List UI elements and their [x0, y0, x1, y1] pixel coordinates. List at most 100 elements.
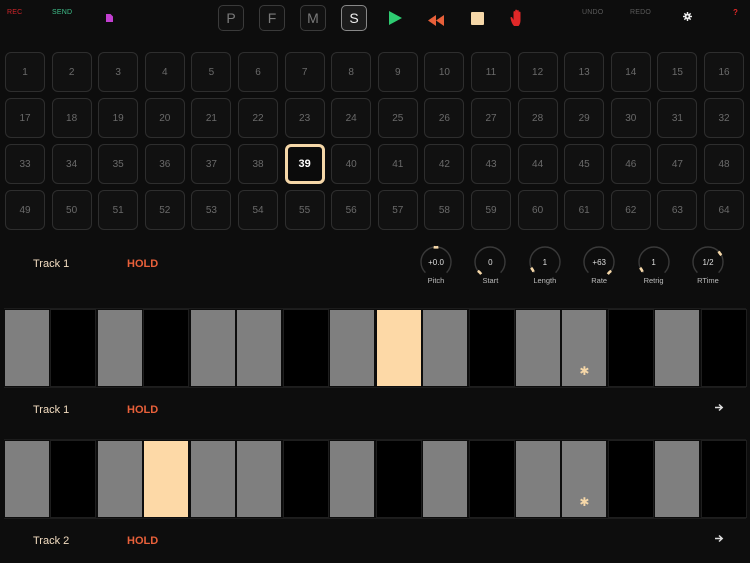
track-2-step-11[interactable] [468, 440, 515, 518]
pattern-cell-31[interactable]: 31 [657, 98, 698, 138]
send-button[interactable]: SEND [52, 9, 72, 16]
pattern-cell-63[interactable]: 63 [657, 190, 698, 230]
track-1-step-1[interactable] [4, 309, 50, 387]
pattern-cell-15[interactable]: 15 [657, 52, 698, 92]
track-2-step-15[interactable] [654, 440, 701, 518]
track-2-hold-label[interactable]: HOLD [127, 535, 158, 547]
play-icon[interactable] [389, 11, 402, 30]
track-2-step-8[interactable] [329, 440, 376, 518]
track-2-step-9[interactable] [375, 440, 422, 518]
mode-p-button[interactable]: P [218, 5, 244, 31]
pattern-cell-18[interactable]: 18 [51, 98, 92, 138]
mode-s-button[interactable]: S [341, 5, 367, 31]
pattern-cell-21[interactable]: 21 [191, 98, 232, 138]
pattern-cell-38[interactable]: 38 [238, 144, 278, 184]
pattern-cell-24[interactable]: 24 [331, 98, 372, 138]
pattern-cell-43[interactable]: 43 [471, 144, 511, 184]
pattern-cell-1[interactable]: 1 [5, 52, 45, 92]
pattern-cell-48[interactable]: 48 [704, 144, 744, 184]
redo-button[interactable]: REDO [630, 9, 651, 16]
track-1-step-12[interactable] [514, 309, 561, 387]
pattern-cell-57[interactable]: 57 [377, 190, 418, 230]
track-1-step-13[interactable]: ✱ [561, 309, 608, 387]
pattern-cell-29[interactable]: 29 [564, 98, 605, 138]
stop-icon[interactable] [471, 12, 484, 25]
pattern-cell-3[interactable]: 3 [98, 52, 139, 92]
editor-hold-label[interactable]: HOLD [127, 258, 158, 270]
arrow-right-icon[interactable] [715, 403, 724, 415]
pattern-cell-37[interactable]: 37 [191, 144, 232, 184]
track-2-step-12[interactable] [514, 440, 561, 518]
pattern-cell-49[interactable]: 49 [5, 190, 45, 230]
pattern-cell-25[interactable]: 25 [377, 98, 418, 138]
pattern-cell-58[interactable]: 58 [424, 190, 465, 230]
knob-rtime[interactable]: 1/2 [691, 245, 725, 279]
knob-length[interactable]: 1 [528, 245, 562, 279]
track-1-step-9[interactable] [375, 309, 422, 387]
arrow-right-icon[interactable] [715, 534, 724, 546]
undo-button[interactable]: UNDO [582, 9, 603, 16]
pattern-cell-35[interactable]: 35 [98, 144, 139, 184]
track-1-step-2[interactable] [50, 309, 97, 387]
track-1-label[interactable]: Track 1 [33, 404, 69, 416]
pattern-cell-20[interactable]: 20 [144, 98, 185, 138]
hand-icon[interactable] [510, 9, 526, 32]
pattern-cell-17[interactable]: 17 [5, 98, 45, 138]
pattern-cell-13[interactable]: 13 [564, 52, 605, 92]
help-button[interactable]: ? [733, 8, 738, 17]
pattern-cell-53[interactable]: 53 [191, 190, 232, 230]
pattern-cell-47[interactable]: 47 [657, 144, 698, 184]
pattern-cell-2[interactable]: 2 [51, 52, 92, 92]
pattern-cell-8[interactable]: 8 [331, 52, 372, 92]
pattern-cell-45[interactable]: 45 [564, 144, 605, 184]
pattern-cell-33[interactable]: 33 [5, 144, 45, 184]
mode-f-button[interactable]: F [259, 5, 285, 31]
pattern-cell-36[interactable]: 36 [144, 144, 185, 184]
pattern-cell-62[interactable]: 62 [610, 190, 651, 230]
editor-track-label[interactable]: Track 1 [33, 258, 69, 270]
pattern-cell-11[interactable]: 11 [471, 52, 511, 92]
track-2-step-2[interactable] [50, 440, 97, 518]
pattern-cell-12[interactable]: 12 [517, 52, 558, 92]
pattern-cell-46[interactable]: 46 [610, 144, 651, 184]
pattern-cell-59[interactable]: 59 [471, 190, 511, 230]
track-1-step-3[interactable] [96, 309, 143, 387]
pattern-cell-30[interactable]: 30 [610, 98, 651, 138]
track-1-step-14[interactable] [607, 309, 654, 387]
pattern-cell-56[interactable]: 56 [331, 190, 372, 230]
pattern-cell-52[interactable]: 52 [144, 190, 185, 230]
pattern-cell-64[interactable]: 64 [704, 190, 744, 230]
pattern-cell-27[interactable]: 27 [471, 98, 511, 138]
pattern-cell-42[interactable]: 42 [424, 144, 465, 184]
track-2-step-6[interactable] [236, 440, 283, 518]
track-1-step-15[interactable] [654, 309, 701, 387]
track-2-label[interactable]: Track 2 [33, 535, 69, 547]
track-2-step-5[interactable] [189, 440, 236, 518]
track-1-step-4[interactable] [143, 309, 190, 387]
pattern-cell-16[interactable]: 16 [704, 52, 744, 92]
pattern-cell-54[interactable]: 54 [238, 190, 278, 230]
track-1-step-6[interactable] [236, 309, 283, 387]
pattern-cell-14[interactable]: 14 [610, 52, 651, 92]
pattern-cell-60[interactable]: 60 [517, 190, 558, 230]
track-2-step-14[interactable] [607, 440, 654, 518]
pattern-cell-41[interactable]: 41 [377, 144, 418, 184]
pattern-cell-44[interactable]: 44 [517, 144, 558, 184]
gear-icon[interactable] [683, 8, 692, 26]
track-2-step-16[interactable] [700, 440, 747, 518]
track-2-step-4[interactable] [143, 440, 190, 518]
pattern-cell-51[interactable]: 51 [98, 190, 139, 230]
pattern-cell-50[interactable]: 50 [51, 190, 92, 230]
track-2-step-1[interactable] [4, 440, 50, 518]
pattern-cell-40[interactable]: 40 [331, 144, 372, 184]
pattern-cell-39[interactable]: 39 [284, 144, 325, 184]
pattern-cell-61[interactable]: 61 [564, 190, 605, 230]
track-1-step-16[interactable] [700, 309, 747, 387]
pattern-cell-22[interactable]: 22 [238, 98, 278, 138]
pattern-cell-55[interactable]: 55 [284, 190, 325, 230]
track-2-step-7[interactable] [282, 440, 329, 518]
pattern-cell-9[interactable]: 9 [377, 52, 418, 92]
pattern-cell-32[interactable]: 32 [704, 98, 744, 138]
rewind-icon[interactable] [428, 13, 444, 31]
track-1-step-11[interactable] [468, 309, 515, 387]
